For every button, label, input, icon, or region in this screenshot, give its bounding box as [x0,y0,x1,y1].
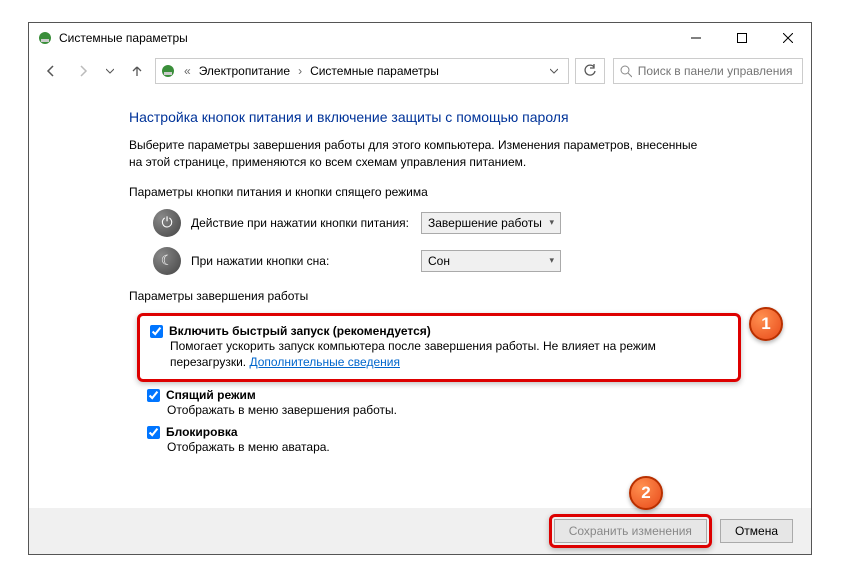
search-box[interactable] [613,58,803,84]
power-icon: ⏻ [153,209,181,237]
callout-2: 2 [629,476,663,510]
breadcrumb[interactable]: « Электропитание › Системные параметры [155,58,569,84]
section-label-buttons: Параметры кнопки питания и кнопки спящег… [129,185,711,199]
highlight-fast-startup: Включить быстрый запуск (рекомендуется) … [137,313,741,383]
content-area: Настройка кнопок питания и включение защ… [29,89,811,456]
search-icon [620,65,632,78]
sleep-option: Спящий режим Отображать в меню завершени… [147,388,711,419]
close-button[interactable] [765,23,811,53]
fast-startup-option: Включить быстрый запуск (рекомендуется) [150,324,728,338]
fast-startup-checkbox[interactable] [150,325,163,338]
highlight-save: Сохранить изменения [549,514,712,548]
chevron-down-icon: ▾ [549,255,554,266]
minimize-button[interactable] [673,23,719,53]
window-title: Системные параметры [59,31,188,45]
breadcrumb-prefix: « [182,64,193,78]
shutdown-section: Параметры завершения работы Включить быс… [129,289,711,456]
nav-toolbar: « Электропитание › Системные параметры [29,53,811,89]
chevron-right-icon: › [296,64,304,78]
breadcrumb-item[interactable]: Системные параметры [306,62,443,80]
refresh-button[interactable] [575,58,605,84]
moon-icon: ☾ [153,247,181,275]
lock-option: Блокировка Отображать в меню аватара. [147,425,711,456]
sleep-desc: Отображать в меню завершения работы. [167,402,711,419]
breadcrumb-dropdown[interactable] [544,64,564,78]
sleep-title: Спящий режим [166,388,256,402]
page-heading: Настройка кнопок питания и включение защ… [129,109,711,125]
lock-desc: Отображать в меню аватара. [167,439,711,456]
up-button[interactable] [123,57,151,85]
power-options-icon [37,30,53,46]
search-input[interactable] [638,64,796,78]
recent-dropdown[interactable] [101,57,119,85]
power-options-icon [160,63,176,79]
sleep-checkbox[interactable] [147,389,160,402]
breadcrumb-item[interactable]: Электропитание [195,62,294,80]
back-button[interactable] [37,57,65,85]
forward-button[interactable] [69,57,97,85]
sleep-button-row: ☾ При нажатии кнопки сна: Сон ▾ [153,247,711,275]
maximize-button[interactable] [719,23,765,53]
power-button-row: ⏻ Действие при нажатии кнопки питания: З… [153,209,711,237]
section-label-shutdown: Параметры завершения работы [129,289,711,303]
titlebar: Системные параметры [29,23,811,53]
window-controls [673,23,811,53]
save-button[interactable]: Сохранить изменения [554,519,707,543]
more-info-link[interactable]: Дополнительные сведения [249,355,399,369]
fast-startup-title: Включить быстрый запуск (рекомендуется) [169,324,431,338]
select-value: Завершение работы [428,216,542,230]
power-button-label: Действие при нажатии кнопки питания: [191,216,411,230]
window: Системные параметры « Электропитание › С… [28,22,812,555]
lock-checkbox[interactable] [147,426,160,439]
cancel-button[interactable]: Отмена [720,519,793,543]
sleep-button-label: При нажатии кнопки сна: [191,254,411,268]
sleep-button-select[interactable]: Сон ▾ [421,250,561,272]
callout-1: 1 [749,307,783,341]
chevron-down-icon: ▾ [549,217,554,228]
button-bar: Сохранить изменения Отмена [29,508,811,554]
page-description: Выберите параметры завершения работы для… [129,137,711,171]
lock-title: Блокировка [166,425,238,439]
power-button-select[interactable]: Завершение работы ▾ [421,212,561,234]
fast-startup-desc: Помогает ускорить запуск компьютера посл… [170,338,728,372]
select-value: Сон [428,254,450,268]
